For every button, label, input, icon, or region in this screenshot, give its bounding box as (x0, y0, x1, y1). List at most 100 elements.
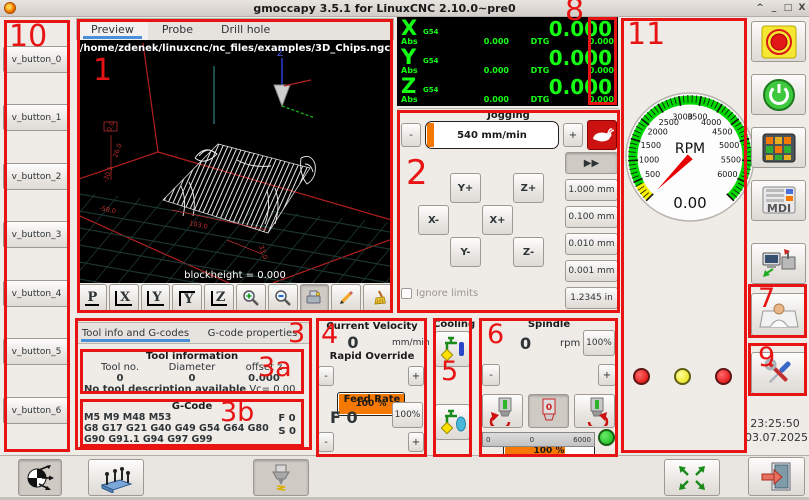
svg-text:6000: 6000 (717, 170, 737, 179)
sidebar-v-button-4[interactable]: v_button_4 (3, 280, 70, 307)
sidebar-v-button-2[interactable]: v_button_2 (3, 163, 70, 190)
turtle-jog-toggle-button[interactable] (587, 120, 617, 150)
mist-coolant-button[interactable] (435, 331, 470, 367)
rapid-plus-button[interactable]: + (408, 366, 424, 386)
touch-off-button[interactable] (18, 459, 62, 496)
estop-icon (761, 25, 797, 59)
dimension-icon (305, 289, 323, 307)
sidebar-v-button-6[interactable]: v_button_6 (3, 397, 70, 424)
clock-date: 03.07.2025 (745, 431, 805, 445)
broom-icon (369, 289, 387, 307)
dro-axis-x: X G54 0.000 Abs 0.000 DTG 0.000 (401, 18, 614, 47)
dimension-button[interactable] (300, 284, 330, 312)
zoom-in-button[interactable] (236, 284, 266, 312)
feed-minus-button[interactable]: - (318, 432, 334, 452)
tab-preview[interactable]: Preview (77, 19, 148, 40)
jog-z-plus-button[interactable]: Z+ (513, 173, 544, 203)
loaded-file-path: /home/zdenek/linuxcnc/nc_files/examples/… (77, 43, 393, 54)
jog-z-minus-button[interactable]: Z- (513, 237, 544, 267)
jog-speed-slider[interactable]: 540 mm/min (425, 121, 559, 149)
view-y-button[interactable]: Y (141, 284, 171, 312)
tab-tool-info-gcodes[interactable]: Tool info and G-codes (77, 323, 194, 343)
sidebar-v-button-1[interactable]: v_button_1 (3, 104, 70, 131)
zoom-out-button[interactable] (268, 284, 298, 312)
close-button[interactable]: X (795, 3, 809, 13)
fullscreen-button[interactable] (664, 459, 720, 496)
gcode-f-word: F 0 (278, 412, 296, 425)
dtg-value: 0.000 (571, 37, 614, 46)
sidebar-v-button-5[interactable]: v_button_5 (3, 338, 70, 365)
shade-button[interactable]: ^ (753, 3, 767, 13)
jog-x-minus-button[interactable]: X- (418, 205, 449, 235)
rapid-minus-button[interactable]: - (318, 366, 334, 386)
tab-probe[interactable]: Probe (148, 19, 207, 40)
bar-current: 0 (490, 436, 573, 444)
increment-001mm-button[interactable]: 0.010 mm (565, 233, 618, 255)
blockheight-readout: blockheight = 0.000 (77, 270, 393, 281)
spindle-stop-button[interactable]: 0 (528, 394, 569, 428)
view-z-button[interactable]: Z (204, 284, 234, 312)
dro-axis-y: Y G54 0.000 Abs 0.000 DTG 0.000 (401, 47, 614, 76)
view-p-label: P (85, 291, 100, 306)
machine-on-button[interactable] (751, 74, 806, 115)
auto-mode-button[interactable] (751, 243, 806, 284)
clear-plot-button[interactable] (363, 284, 393, 312)
tool-measure-button[interactable] (253, 459, 309, 496)
estop-button[interactable] (751, 21, 806, 62)
dtg-label: DTG (509, 95, 571, 104)
offset-z-header: offset z (228, 362, 300, 373)
sidebar-v-button-3[interactable]: v_button_3 (3, 221, 70, 248)
sidebar-v-button-0[interactable]: v_button_0 (3, 46, 70, 73)
ignore-limits-checkbox[interactable]: Ignore limits (401, 288, 478, 299)
maximize-button[interactable]: □ (781, 3, 795, 13)
settings-button[interactable] (751, 352, 806, 394)
feed-100pct-button[interactable]: 100% (392, 402, 423, 428)
spindle-minus-button[interactable]: - (482, 364, 500, 386)
view-y-label: Y (147, 291, 163, 306)
svg-text:4000: 4000 (701, 118, 721, 127)
gremlin-3d-preview[interactable]: /home/zdenek/linuxcnc/nc_files/examples/… (77, 40, 393, 283)
svg-text:5500: 5500 (721, 155, 741, 164)
increment-01mm-button[interactable]: 0.100 mm (565, 206, 618, 228)
feed-plus-button[interactable]: + (408, 432, 424, 452)
mdi-mode-button[interactable]: MDI (751, 180, 806, 221)
jog-y-plus-button[interactable]: Y+ (450, 173, 481, 203)
jog-x-plus-button[interactable]: X+ (482, 205, 513, 235)
increment-0001mm-button[interactable]: 0.001 mm (565, 260, 618, 282)
zoom-out-icon (274, 289, 292, 307)
view-x-button[interactable]: X (109, 284, 139, 312)
cooling-title: Cooling (433, 319, 472, 330)
rapid-increment-button[interactable]: ▶▶ (565, 152, 618, 174)
checkbox-label: Ignore limits (416, 288, 478, 299)
dro-axis-z: Z G54 0.000 Abs 0.000 DTG 0.000 (401, 76, 614, 105)
mdi-icon: MDI (761, 185, 797, 217)
spindle-rpm-value: 0 (520, 334, 531, 353)
view-y2-button[interactable]: Y (172, 284, 202, 312)
spindle-100pct-button[interactable]: 100% (583, 330, 615, 356)
jog-speed-plus-button[interactable]: + (563, 123, 583, 147)
rabbit-icon (590, 127, 614, 143)
user-tabs-button[interactable] (751, 293, 806, 336)
coordinate-origin-icon (25, 464, 55, 492)
view-perspective-button[interactable]: P (77, 284, 107, 312)
annotation-label-11: 11 (627, 20, 665, 50)
jog-y-minus-button[interactable]: Y- (450, 237, 481, 267)
block-height-button[interactable] (88, 459, 144, 496)
increment-1mm-button[interactable]: 1.000 mm (565, 179, 618, 201)
tab-drill-hole[interactable]: Drill hole (207, 19, 284, 40)
edit-gcode-button[interactable] (331, 284, 361, 312)
quit-button[interactable] (748, 457, 805, 496)
spindle-right-button[interactable] (574, 394, 615, 428)
user-desk-icon (759, 299, 799, 331)
jog-speed-minus-button[interactable]: - (401, 123, 421, 147)
manual-mode-button[interactable] (751, 127, 806, 168)
minimize-button[interactable]: _ (767, 3, 781, 13)
spindle-plus-button[interactable]: + (598, 364, 616, 386)
gcode-line-2: G8 G17 G21 G40 G49 G54 G64 G80 (84, 423, 269, 434)
increment-inch-button[interactable]: 1.2345 in (565, 287, 618, 309)
svg-text:4500: 4500 (712, 128, 732, 137)
spindle-left-button[interactable] (482, 394, 523, 428)
clock: 23:25:50 03.07.2025 (745, 417, 805, 445)
flood-coolant-button[interactable] (435, 404, 470, 440)
tab-gcode-properties[interactable]: G-code properties (194, 323, 311, 343)
